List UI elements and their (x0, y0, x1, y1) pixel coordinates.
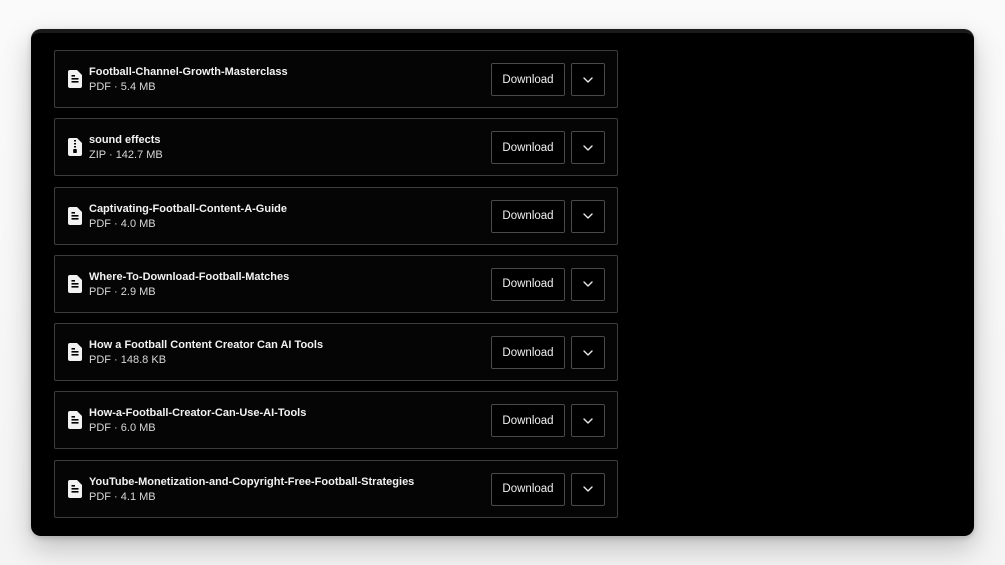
download-button[interactable]: Download (491, 63, 565, 96)
download-button[interactable]: Download (491, 472, 565, 506)
file-list: Football-Channel-Growth-Masterclass PDF … (54, 50, 618, 528)
file-card: Captivating-Football-Content-A-Guide PDF… (54, 186, 618, 245)
pdf-document-icon (68, 70, 82, 88)
more-options-button[interactable] (571, 267, 605, 301)
chevron-down-icon (583, 145, 593, 151)
file-meta: How a Football Content Creator Can AI To… (89, 338, 323, 368)
pdf-document-icon (68, 479, 82, 498)
file-info: PDF · 148.8 KB (89, 354, 167, 367)
pdf-document-icon (68, 206, 82, 225)
file-info: PDF · 6.0 MB (89, 422, 156, 435)
file-meta: sound effects ZIP · 142.7 MB (89, 133, 163, 163)
chevron-down-icon (583, 486, 593, 492)
download-button[interactable]: Download (491, 404, 565, 438)
file-card: YouTube-Monetization-and-Copyright-Free-… (54, 459, 618, 518)
attachments-panel: Football-Channel-Growth-Masterclass PDF … (31, 29, 974, 536)
zip-archive-icon (68, 138, 82, 157)
pdf-document-icon (68, 411, 82, 430)
file-name: Captivating-Football-Content-A-Guide (89, 202, 287, 215)
pdf-document-icon (68, 343, 82, 362)
file-card: How a Football Content Creator Can AI To… (54, 323, 618, 382)
file-name: Where-To-Download-Football-Matches (89, 270, 290, 283)
file-name: YouTube-Monetization-and-Copyright-Free-… (89, 475, 415, 488)
more-options-button[interactable] (571, 199, 605, 233)
chevron-down-icon (583, 281, 593, 288)
chevron-down-icon (583, 213, 593, 219)
file-meta: Captivating-Football-Content-A-Guide PDF… (89, 202, 287, 232)
file-card: How-a-Football-Creator-Can-Use-AI-Tools … (54, 391, 618, 450)
download-button[interactable]: Download (491, 131, 565, 165)
file-info: ZIP · 142.7 MB (89, 149, 163, 162)
download-button[interactable]: Download (491, 199, 565, 233)
pdf-document-icon (68, 274, 82, 293)
file-card: sound effects ZIP · 142.7 MB Download (54, 118, 618, 177)
page-background: Football-Channel-Growth-Masterclass PDF … (0, 0, 1005, 565)
chevron-down-icon (583, 418, 593, 424)
file-meta: Where-To-Download-Football-Matches PDF ·… (89, 270, 289, 300)
file-card: Football-Channel-Growth-Masterclass PDF … (54, 50, 618, 108)
download-button[interactable]: Download (491, 336, 565, 370)
file-name: sound effects (89, 134, 161, 147)
file-info: PDF · 4.1 MB (89, 490, 156, 503)
file-meta: YouTube-Monetization-and-Copyright-Free-… (89, 475, 414, 505)
more-options-button[interactable] (571, 63, 605, 96)
file-name: How a Football Content Creator Can AI To… (89, 339, 324, 352)
more-options-button[interactable] (571, 336, 605, 370)
more-options-button[interactable] (571, 404, 605, 438)
more-options-button[interactable] (571, 131, 605, 165)
download-button[interactable]: Download (491, 267, 565, 301)
file-info: PDF · 4.0 MB (89, 217, 156, 230)
file-info: PDF · 2.9 MB (89, 285, 156, 298)
file-card: Where-To-Download-Football-Matches PDF ·… (54, 254, 618, 313)
file-info: PDF · 5.4 MB (89, 81, 156, 93)
file-name: How-a-Football-Creator-Can-Use-AI-Tools (89, 407, 307, 420)
file-meta: Football-Channel-Growth-Masterclass PDF … (89, 65, 288, 95)
chevron-down-icon (583, 349, 593, 356)
file-meta: How-a-Football-Creator-Can-Use-AI-Tools … (89, 406, 306, 436)
more-options-button[interactable] (571, 472, 605, 506)
file-name: Football-Channel-Growth-Masterclass (89, 66, 288, 78)
chevron-down-icon (583, 76, 593, 83)
